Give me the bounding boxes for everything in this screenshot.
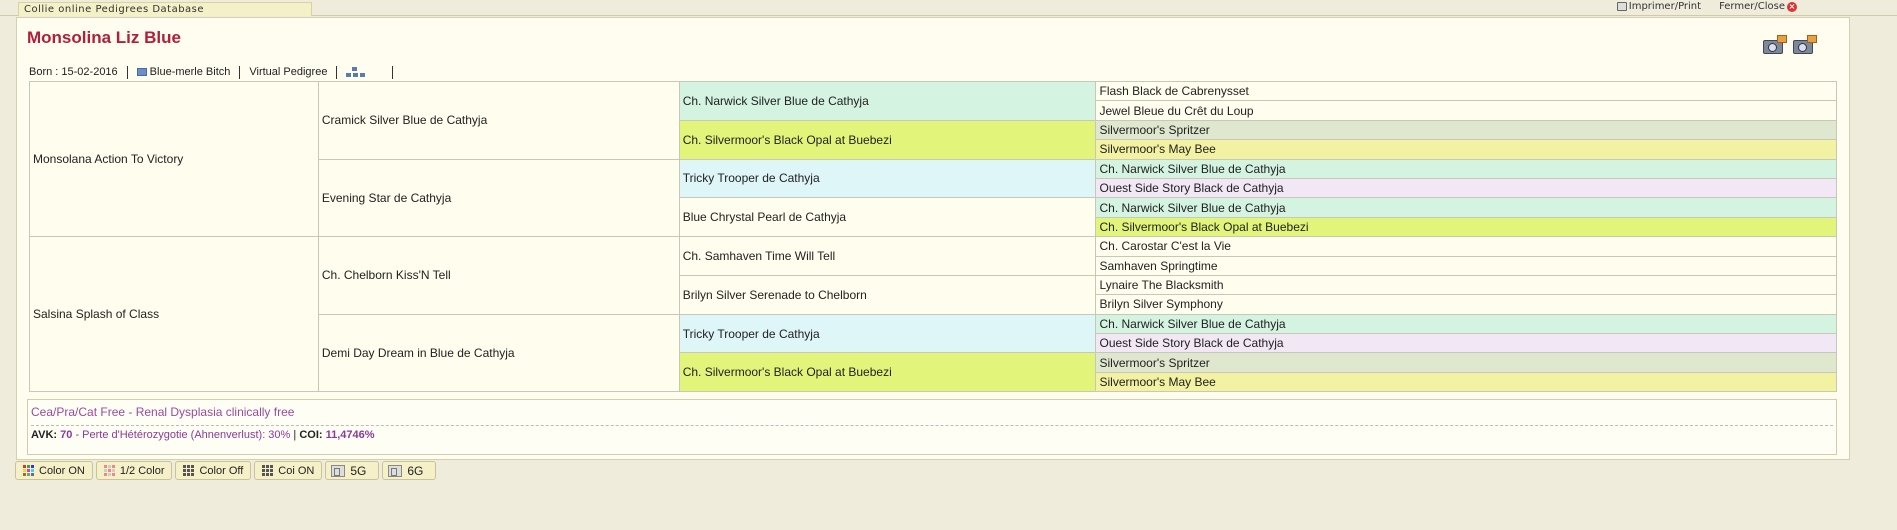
site-title: Collie online Pedigrees Database xyxy=(18,2,312,16)
top-links: Imprimer/Print Fermer/Close × xyxy=(1616,1,1797,12)
pedigree-cell-g4[interactable]: Flash Black de Cabrenysset xyxy=(1095,80,1837,102)
avk-description: - Perte d'Hétérozygotie (Ahnenverlust): … xyxy=(75,429,291,441)
grid-icon xyxy=(262,465,274,476)
born-date: Born : 15-02-2016 xyxy=(27,65,128,79)
health-status: Cea/Pra/Cat Free - Renal Dysplasia clini… xyxy=(31,405,295,419)
pedigree-cell-g2[interactable]: Cramick Silver Blue de Cathyja xyxy=(317,81,680,160)
pedigree-cell-g3[interactable]: Tricky Trooper de Cathyja xyxy=(678,158,1097,199)
coi-on-label: Coi ON xyxy=(278,464,315,477)
color-sex: Blue-merle Bitch xyxy=(128,65,241,79)
coi-label: COI: xyxy=(299,429,323,441)
printer-icon xyxy=(1616,2,1627,11)
color-sex-label: Blue-merle Bitch xyxy=(149,65,231,78)
pedigree-cell-g2[interactable]: Evening Star de Cathyja xyxy=(317,158,680,238)
dog-info-row: Born : 15-02-2016 Blue-merle Bitch Virtu… xyxy=(27,65,394,79)
pedigree-cell-g1[interactable]: Monsolana Action To Victory xyxy=(29,80,319,238)
top-bar: Collie online Pedigrees Database Imprime… xyxy=(0,0,1897,16)
table-row: Monsolana Action To Victory Cramick Silv… xyxy=(29,80,1837,238)
grid-icon xyxy=(183,465,195,476)
pedigree-table: Monsolana Action To Victory Cramick Silv… xyxy=(29,80,1837,393)
half-color-label: 1/2 Color xyxy=(119,464,165,477)
pedigree-cell-g4[interactable]: Silvermoor's May Bee xyxy=(1095,371,1837,393)
pedigree-cell-g4[interactable]: Brilyn Silver Symphony xyxy=(1095,294,1837,315)
corner-icons xyxy=(1763,35,1817,55)
page-title: Monsolina Liz Blue xyxy=(27,28,181,47)
pedigree-cell-g3[interactable]: Ch. Narwick Silver Blue de Cathyja xyxy=(678,81,1097,121)
color-on-button[interactable]: Color ON xyxy=(15,461,93,480)
pedigree-cell-g4[interactable]: Silvermoor's Spritzer xyxy=(1095,119,1837,141)
color-grid-icon xyxy=(23,465,34,476)
pedigree-panel: Monsolina Liz Blue Born : 15-02-2016 Blu… xyxy=(16,17,1850,460)
health-info-box: Cea/Pra/Cat Free - Renal Dysplasia clini… xyxy=(27,399,1837,455)
avk-label: AVK: xyxy=(31,429,58,441)
pedigree-cell-g4[interactable]: Samhaven Springtime xyxy=(1095,255,1837,276)
pedigree-cell-g3[interactable]: Ch. Silvermoor's Black Opal at Buebezi xyxy=(678,119,1097,160)
view-buttons: Color ON 1/2 Color Color Off Coi ON 5G 6… xyxy=(15,461,437,480)
print-label: Imprimer/Print xyxy=(1628,1,1702,12)
camera-flag-icon[interactable] xyxy=(1793,35,1817,55)
tree-icon xyxy=(346,67,366,77)
color-off-button[interactable]: Color Off xyxy=(175,461,252,480)
close-icon: × xyxy=(1787,1,1797,12)
color-swatch-icon xyxy=(136,68,147,76)
pedigree-cell-g4[interactable]: Lynaire The Blacksmith xyxy=(1095,274,1837,296)
half-color-grid-icon xyxy=(103,465,115,476)
pedigree-cell-g3[interactable]: Ch. Silvermoor's Black Opal at Buebezi xyxy=(678,352,1097,393)
tree-view-link[interactable] xyxy=(337,65,394,79)
print-link[interactable]: Imprimer/Print xyxy=(1616,1,1702,12)
pedigree-cell-g2[interactable]: Ch. Chelborn Kiss'N Tell xyxy=(317,236,680,315)
5g-button[interactable]: 5G xyxy=(325,461,380,480)
color-on-label: Color ON xyxy=(39,464,85,477)
pedigree-cell-g4[interactable]: Silvermoor's May Bee xyxy=(1095,139,1837,160)
pedigree-cell-g3[interactable]: Blue Chrystal Pearl de Cathyja xyxy=(678,197,1097,238)
pedigree-cell-g3[interactable]: Tricky Trooper de Cathyja xyxy=(678,313,1097,354)
5g-label: 5G xyxy=(350,463,367,478)
6g-button[interactable]: 6G xyxy=(382,461,437,480)
coi-value: 11,4746% xyxy=(325,429,375,441)
generation-icon xyxy=(331,464,346,477)
pedigree-cell-g4[interactable]: Ch. Narwick Silver Blue de Cathyja xyxy=(1095,313,1837,335)
close-link[interactable]: Fermer/Close × xyxy=(1719,1,1797,12)
pedigree-cell-g4[interactable]: Ouest Side Story Black de Cathyja xyxy=(1095,333,1837,354)
pedigree-cell-g4[interactable]: Silvermoor's Spritzer xyxy=(1095,352,1837,373)
avk-coi-row: AVK: 70 - Perte d'Hétérozygotie (Ahnenve… xyxy=(31,429,375,441)
half-color-button[interactable]: 1/2 Color xyxy=(95,461,173,480)
6g-label: 6G xyxy=(407,463,424,478)
generation-icon xyxy=(388,464,403,477)
camera-icon[interactable] xyxy=(1763,35,1787,55)
coi-on-button[interactable]: Coi ON xyxy=(254,461,323,480)
pedigree-cell-g4[interactable]: Jewel Bleue du Crêt du Loup xyxy=(1095,100,1837,121)
pedigree-cell-g4[interactable]: Ch. Carostar C'est la Vie xyxy=(1095,236,1837,257)
pedigree-cell-g1[interactable]: Salsina Splash of Class xyxy=(29,236,319,393)
pedigree-cell-g2[interactable]: Demi Day Dream in Blue de Cathyja xyxy=(317,313,680,393)
avk-value: 70 xyxy=(60,429,73,441)
table-row: Salsina Splash of Class Ch. Chelborn Kis… xyxy=(29,236,1837,393)
pedigree-cell-g4[interactable]: Ouest Side Story Black de Cathyja xyxy=(1095,177,1837,199)
pedigree-cell-g3[interactable]: Brilyn Silver Serenade to Chelborn xyxy=(678,274,1097,315)
separator: | xyxy=(293,429,297,441)
pedigree-cell-g4[interactable]: Ch. Narwick Silver Blue de Cathyja xyxy=(1095,197,1837,218)
pedigree-cell-g4[interactable]: Ch. Silvermoor's Black Opal at Buebezi xyxy=(1095,216,1837,238)
divider xyxy=(31,425,1833,426)
virtual-pedigree-link[interactable]: Virtual Pedigree xyxy=(240,65,338,79)
pedigree-cell-g4[interactable]: Ch. Narwick Silver Blue de Cathyja xyxy=(1095,158,1837,179)
close-label: Fermer/Close xyxy=(1719,1,1785,12)
color-off-label: Color Off xyxy=(199,464,244,477)
pedigree-cell-g3[interactable]: Ch. Samhaven Time Will Tell xyxy=(678,236,1097,276)
